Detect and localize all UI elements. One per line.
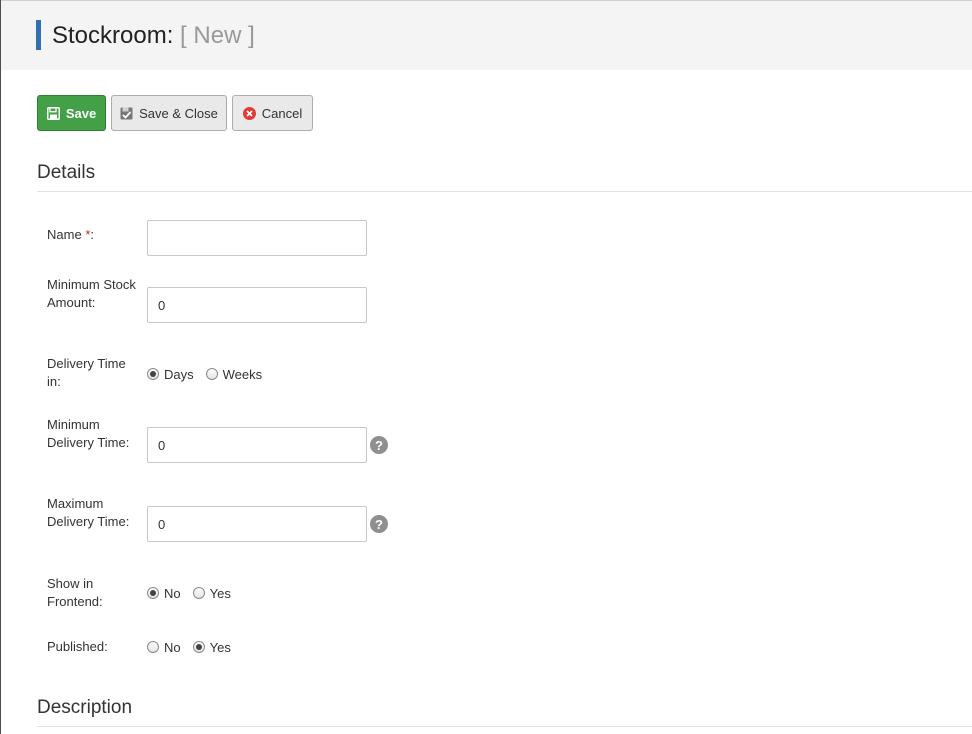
max-delivery-input[interactable] [147, 506, 367, 542]
question-circle-icon[interactable]: ? [370, 436, 388, 454]
cancel-circle-icon [242, 106, 256, 120]
title-accent-bar [36, 20, 41, 50]
cancel-button[interactable]: Cancel [232, 95, 313, 131]
max-delivery-label: Maximum Delivery Time: [47, 496, 130, 529]
min-stock-input[interactable] [147, 287, 367, 323]
description-heading: Description [37, 697, 133, 718]
delivery-unit-label: Delivery Time in: [47, 356, 126, 389]
page-title-status: [ New ] [180, 22, 255, 49]
delivery-unit-weeks-radio[interactable] [205, 368, 218, 380]
published-no-label: No [164, 639, 181, 655]
save-close-icon [120, 107, 133, 120]
show-frontend-yes-option[interactable]: Yes [192, 585, 231, 601]
question-circle-icon[interactable]: ? [370, 515, 388, 533]
page-title-text: Stockroom: [52, 22, 174, 49]
save-and-close-button[interactable]: Save & Close [111, 95, 227, 131]
published-yes-radio[interactable] [192, 641, 205, 653]
min-delivery-input[interactable] [147, 427, 367, 463]
details-divider [37, 191, 972, 192]
min-delivery-label: Minimum Delivery Time: [47, 417, 130, 450]
published-no-option[interactable]: No [147, 640, 181, 655]
delivery-unit-weeks-label: Weeks [222, 366, 263, 382]
save-and-close-label: Save & Close [139, 105, 218, 121]
save-button[interactable]: Save [37, 95, 106, 131]
name-label: Name *: [47, 226, 142, 244]
show-frontend-yes-label: Yes [209, 585, 231, 601]
delivery-unit-days-label: Days [164, 366, 194, 382]
delivery-unit-days-radio[interactable] [147, 368, 159, 380]
show-frontend-yes-radio[interactable] [192, 587, 205, 599]
published-no-radio[interactable] [147, 641, 159, 653]
min-stock-label: Minimum Stock Amount: [47, 277, 136, 310]
delivery-unit-radio-group: Days Weeks [147, 365, 274, 383]
name-input[interactable] [147, 220, 367, 256]
published-label: Published: [47, 639, 108, 654]
published-yes-option[interactable]: Yes [192, 639, 231, 655]
show-frontend-no-option[interactable]: No [147, 586, 181, 601]
floppy-disk-icon [46, 106, 60, 120]
show-frontend-no-radio[interactable] [147, 587, 159, 599]
show-frontend-label: Show in Frontend: [47, 576, 103, 609]
name-label-text: Name [47, 227, 82, 242]
window-left-border [0, 0, 1, 734]
delivery-unit-weeks-option[interactable]: Weeks [205, 366, 263, 382]
cancel-button-label: Cancel [261, 105, 303, 121]
description-divider [37, 726, 972, 727]
show-frontend-no-label: No [164, 585, 181, 601]
details-heading: Details [37, 162, 96, 183]
show-frontend-radio-group: No Yes [147, 584, 243, 602]
delivery-unit-days-option[interactable]: Days [147, 367, 194, 382]
page-title: Stockroom: [ New ] [52, 20, 255, 52]
name-label-suffix: : [90, 227, 94, 242]
save-button-label: Save [65, 105, 97, 121]
published-yes-label: Yes [209, 639, 231, 655]
published-radio-group: No Yes [147, 638, 243, 656]
